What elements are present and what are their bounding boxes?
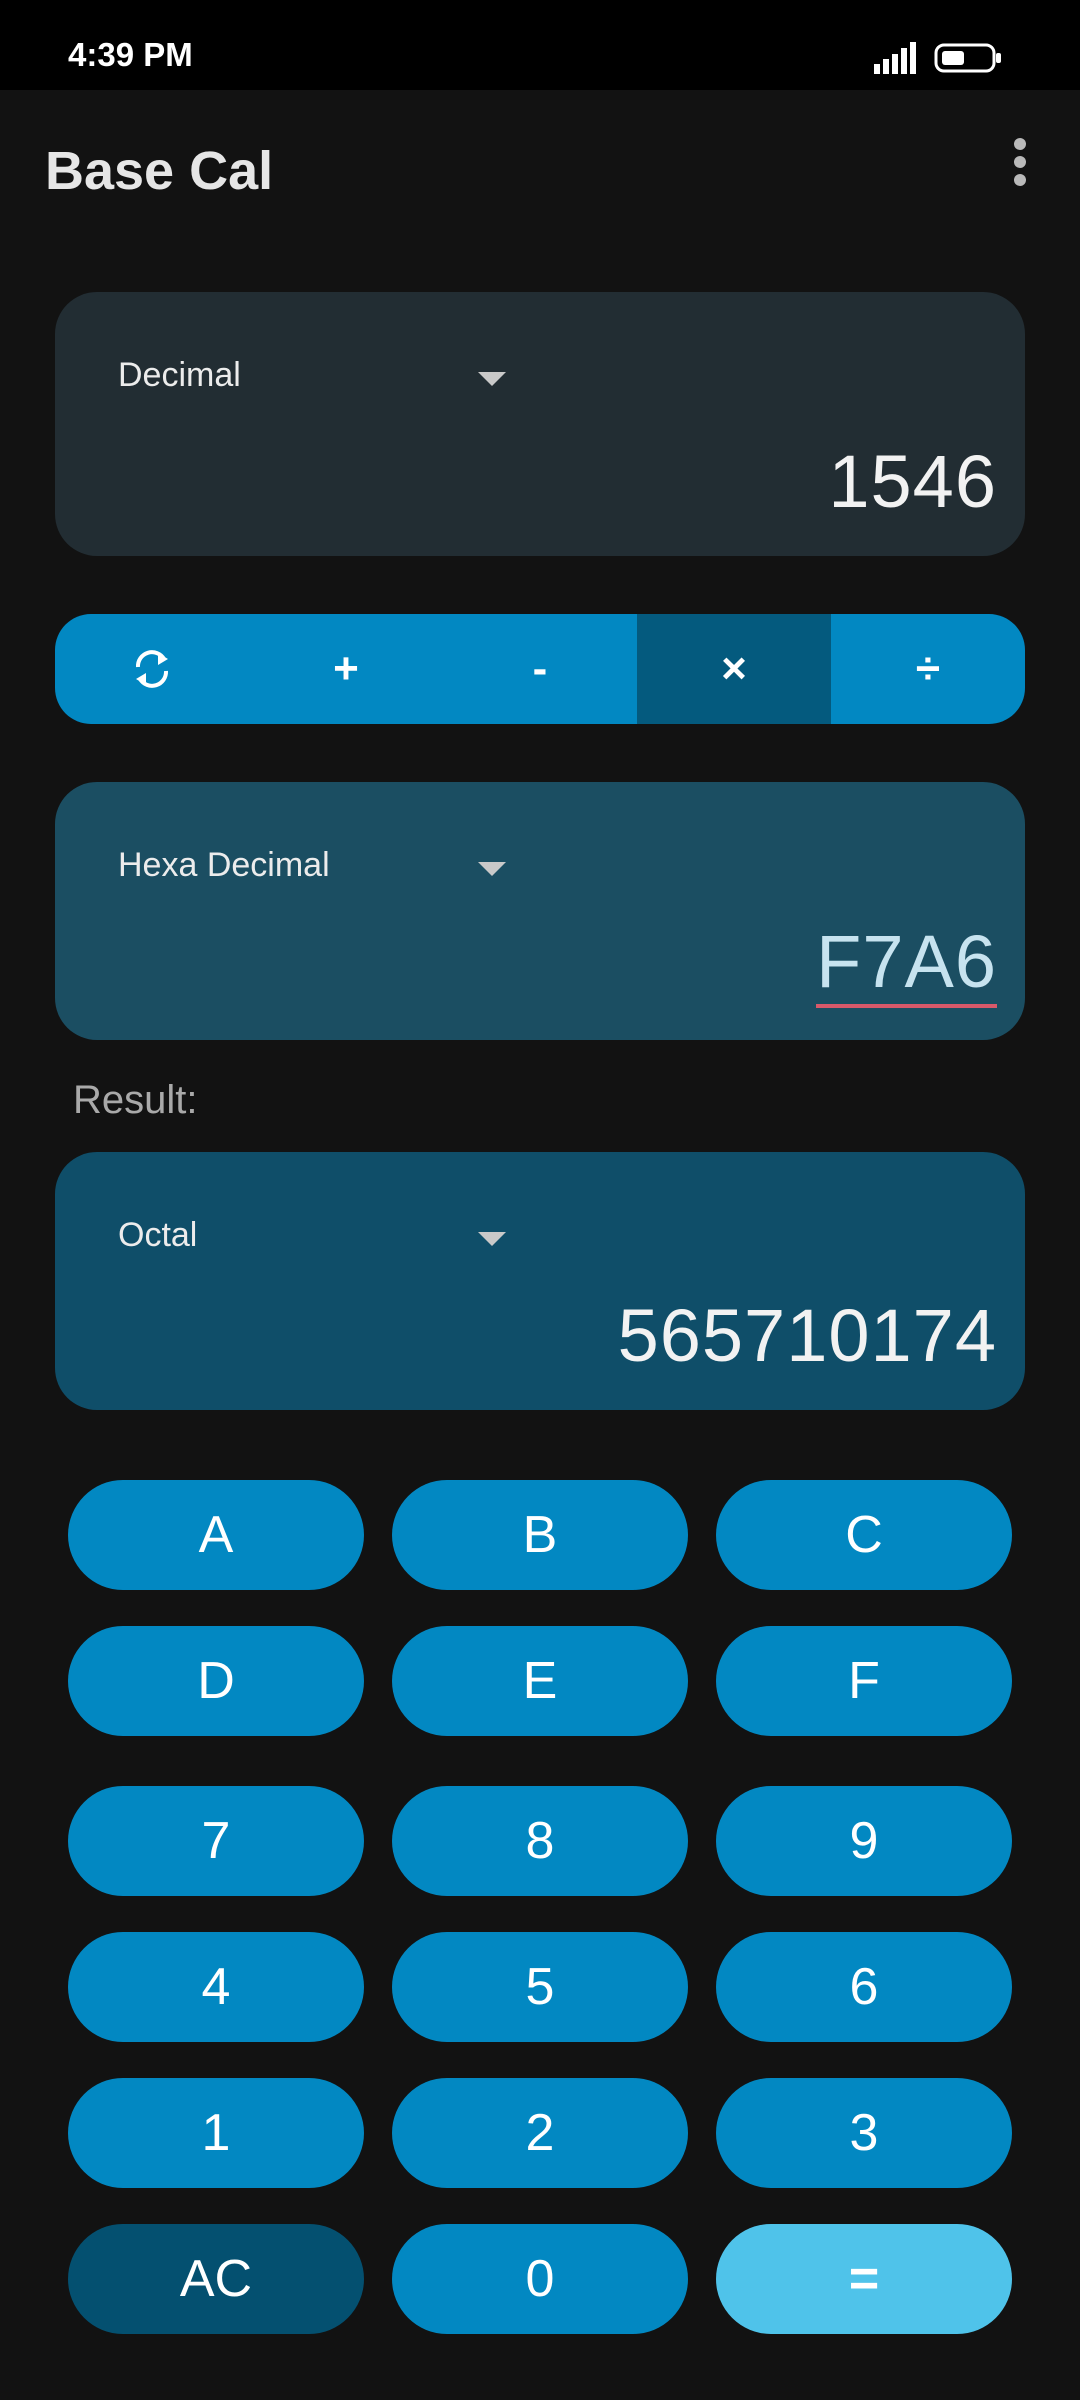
- multiply-button[interactable]: ×: [637, 614, 831, 724]
- key-3[interactable]: 3: [716, 2078, 1012, 2188]
- first-base-label: Decimal: [118, 356, 241, 394]
- operation-selector: + - × ÷: [55, 614, 1025, 724]
- overflow-menu-icon[interactable]: [990, 132, 1050, 208]
- swap-arrows-icon: [136, 650, 168, 688]
- add-button[interactable]: +: [249, 614, 443, 724]
- signal-bars-icon: [874, 42, 916, 74]
- key-9[interactable]: 9: [716, 1786, 1012, 1896]
- result-label: Result:: [73, 1078, 198, 1122]
- key-e[interactable]: E: [392, 1626, 688, 1736]
- first-operand-input[interactable]: 1546: [828, 439, 997, 524]
- second-operand-input[interactable]: F7A6: [816, 919, 997, 1008]
- status-bar: 4:39 PM: [0, 0, 1080, 90]
- first-operand-panel: Decimal 1546: [55, 292, 1025, 556]
- key-4[interactable]: 4: [68, 1932, 364, 2042]
- result-base-label: Octal: [118, 1216, 198, 1254]
- key-8[interactable]: 8: [392, 1786, 688, 1896]
- second-base-label: Hexa Decimal: [118, 846, 330, 884]
- dropdown-arrow-icon: [478, 1232, 506, 1246]
- equals-button[interactable]: =: [716, 2224, 1012, 2334]
- key-1[interactable]: 1: [68, 2078, 364, 2188]
- divide-button[interactable]: ÷: [831, 614, 1025, 724]
- key-c[interactable]: C: [716, 1480, 1012, 1590]
- status-time: 4:39 PM: [68, 36, 193, 73]
- key-7[interactable]: 7: [68, 1786, 364, 1896]
- key-5[interactable]: 5: [392, 1932, 688, 2042]
- key-0[interactable]: 0: [392, 2224, 688, 2334]
- key-b[interactable]: B: [392, 1480, 688, 1590]
- subtract-button[interactable]: -: [443, 614, 637, 724]
- dropdown-arrow-icon: [478, 862, 506, 876]
- key-2[interactable]: 2: [392, 2078, 688, 2188]
- key-6[interactable]: 6: [716, 1932, 1012, 2042]
- result-value: 565710174: [617, 1294, 997, 1377]
- result-base-dropdown[interactable]: Octal: [118, 1208, 506, 1268]
- key-f[interactable]: F: [716, 1626, 1012, 1736]
- result-panel: Octal 565710174: [55, 1152, 1025, 1410]
- first-base-dropdown[interactable]: Decimal: [118, 348, 506, 408]
- second-base-dropdown[interactable]: Hexa Decimal: [118, 838, 506, 898]
- app-title: Base Cal: [45, 141, 274, 201]
- dropdown-arrow-icon: [478, 372, 506, 386]
- app-bar: Base Cal: [0, 90, 1080, 250]
- key-d[interactable]: D: [68, 1626, 364, 1736]
- clear-all-button[interactable]: AC: [68, 2224, 364, 2334]
- key-a[interactable]: A: [68, 1480, 364, 1590]
- second-operand-panel: Hexa Decimal F7A6: [55, 782, 1025, 1040]
- swap-icon[interactable]: [55, 614, 249, 724]
- battery-icon: [934, 43, 1001, 73]
